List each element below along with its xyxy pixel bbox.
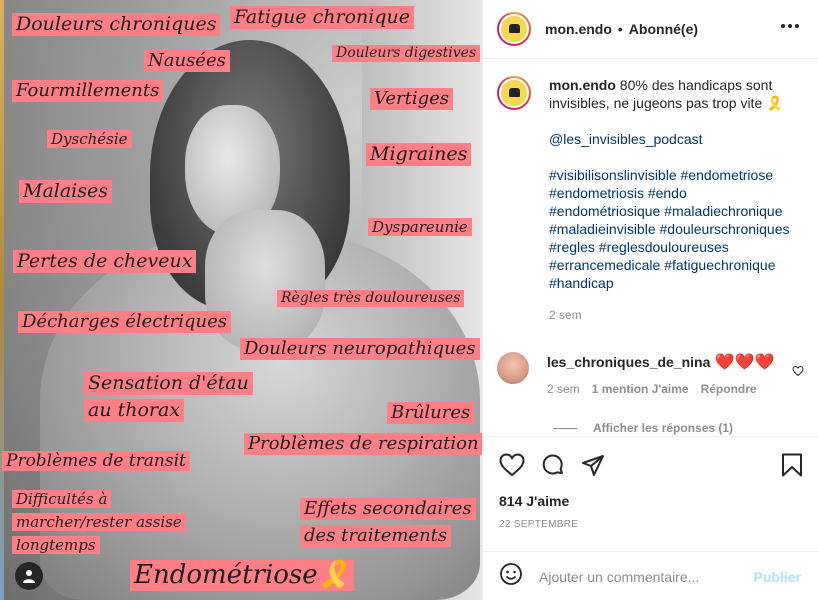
caption-time[interactable]: 2 sem (549, 306, 807, 324)
hashtag-line[interactable]: #handicap (549, 274, 807, 292)
header-username[interactable]: mon.endo (545, 21, 612, 37)
symptom-tag: Problèmes de transit (2, 451, 190, 472)
hashtag-line[interactable]: #errancemedicale #fatiguechronique (549, 256, 807, 274)
post-actions: 814 J'aime 22 SEPTEMBRE Publier (483, 436, 818, 600)
symptom-tag-main: Endométriose🎗️ (130, 560, 355, 592)
hashtag-line[interactable]: #regles #reglesdouloureuses (549, 238, 807, 256)
commenter-username[interactable]: les_chroniques_de_nina (547, 354, 710, 370)
comment-likes[interactable]: 1 mention J'aime (592, 382, 689, 396)
header-separator: • (617, 21, 623, 37)
hashtag-line[interactable]: #endométriosique #maladiechronique (549, 202, 807, 220)
comment-text: ❤️❤️❤️ (714, 354, 775, 371)
more-options-icon[interactable] (781, 24, 799, 28)
symptom-tag: Douleurs neuropathiques (240, 338, 480, 360)
symptom-tag: Fatigue chronique (230, 6, 414, 29)
symptom-tag: Difficultés à (12, 490, 112, 508)
comment-item: les_chroniques_de_nina ❤️❤️❤️ 2 sem 1 me… (497, 352, 807, 396)
caption-mention-link[interactable]: @les_invisibles_podcast (549, 130, 807, 148)
symptom-tag: Effets secondaires (300, 498, 476, 520)
caption-username[interactable]: mon.endo (549, 77, 616, 93)
commenter-avatar[interactable] (497, 352, 529, 384)
hashtag-line[interactable]: #endometriosis #endo (549, 184, 807, 202)
symptom-tag: Brûlures (387, 402, 475, 424)
add-comment-bar: Publier (483, 551, 818, 600)
post-date[interactable]: 22 SEPTEMBRE (499, 519, 578, 530)
comment-time[interactable]: 2 sem (547, 382, 580, 396)
symptom-tag: Douleurs chroniques (12, 13, 221, 36)
symptom-tag: Vertiges (370, 88, 454, 110)
symptom-tag: Nausées (144, 50, 230, 72)
symptom-tag: longtemps (12, 536, 100, 554)
symptom-tag: Migraines (366, 143, 472, 166)
hashtag-line[interactable]: #visibilisonslinvisible #endometriose (549, 166, 807, 184)
comment-input[interactable] (539, 568, 739, 585)
user-tag-icon[interactable] (15, 562, 43, 590)
symptom-tag: Dyspareunie (368, 218, 472, 236)
profile-avatar[interactable] (497, 12, 531, 46)
symptom-tag: Règles très douloureuses (277, 290, 465, 307)
share-icon[interactable] (581, 453, 605, 482)
bookmark-icon[interactable] (781, 453, 803, 482)
symptom-tag: Décharges électriques (18, 311, 231, 333)
post-header: mon.endo • Abonné(e) (483, 0, 818, 59)
symptom-tag: des traitements (300, 525, 452, 547)
emoji-icon[interactable] (499, 562, 523, 591)
symptom-tag: Douleurs digestives (332, 45, 481, 62)
comment-icon[interactable] (541, 453, 565, 482)
hashtag-line[interactable]: #maladieinvisible #douleurschroniques (549, 220, 807, 238)
like-comment-icon[interactable] (792, 364, 804, 382)
post-sidebar: mon.endo • Abonné(e) mon.endo 80% des ha… (482, 0, 818, 600)
reply-button[interactable]: Répondre (701, 382, 757, 396)
view-replies-label: Afficher les réponses (1) (593, 421, 734, 435)
symptom-tag: Sensation d'étau (84, 372, 253, 395)
publish-button[interactable]: Publier (754, 569, 801, 585)
symptom-tag: au thorax (84, 399, 185, 422)
like-count[interactable]: 814 J'aime (499, 493, 569, 509)
heart-icon[interactable] (499, 453, 525, 482)
symptom-tag: marcher/rester assise (12, 513, 186, 531)
caption: mon.endo 80% des handicaps sont invisibl… (497, 76, 807, 324)
follow-status-button[interactable]: Abonné(e) (629, 21, 698, 37)
symptom-tag: Problèmes de respiration (244, 433, 482, 455)
symptom-tag: Dyschésie (47, 130, 132, 148)
symptom-tag: Pertes de cheveux (13, 250, 197, 273)
view-replies-button[interactable]: Afficher les réponses (1) (553, 421, 733, 435)
caption-avatar[interactable] (497, 76, 531, 110)
post-image[interactable]: Douleurs chroniques Fatigue chronique Na… (0, 0, 482, 600)
symptom-tag: Fourmillements (12, 80, 164, 102)
image-edge (0, 0, 4, 600)
symptom-tag: Malaises (19, 180, 113, 203)
